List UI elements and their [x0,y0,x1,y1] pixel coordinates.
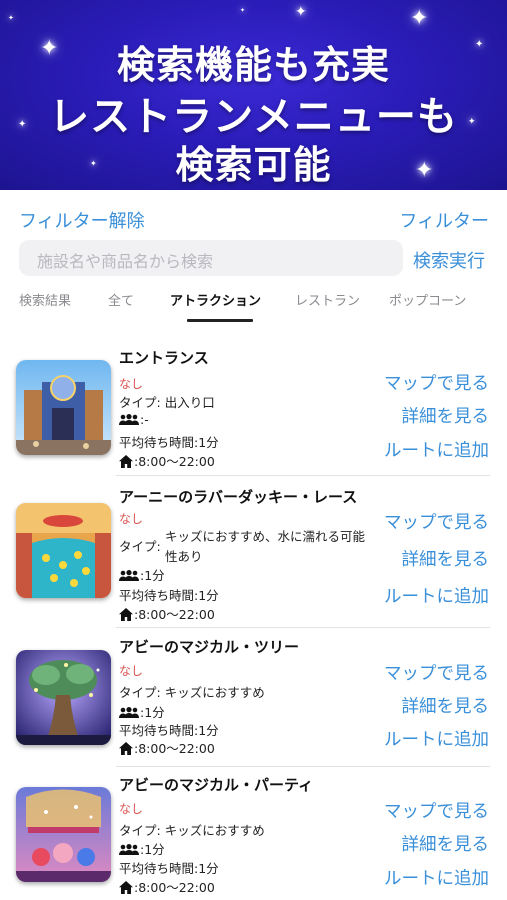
type-label: タイプ: [119,539,161,554]
view-detail-button[interactable]: 詳細を見る [402,693,490,718]
promo-banner: ✦ ✦ ✦ ✦ ✦ ✦ ✦ ✦ ✦ ✦ 検索機能も充実 レストランメニューも 検… [0,0,507,190]
tab-attractions[interactable]: アトラクション [170,290,261,309]
active-tab-indicator [187,319,253,322]
attraction-title: アーニーのラバーダッキー・レース [119,488,358,506]
people-icon [119,570,139,581]
crowd-row: :1分 [119,565,165,584]
type-label: タイプ: [119,823,161,838]
type-value: キッズにおすすめ、水に濡れる可能性あり [165,529,366,564]
add-route-button[interactable]: ルートに追加 [384,583,489,608]
divider [116,627,490,628]
add-route-button[interactable]: ルートに追加 [384,726,489,751]
wait-time: 平均待ち時間:1分 [119,588,219,603]
add-route-button[interactable]: ルートに追加 [384,865,489,890]
wait-time: 平均待ち時間:1分 [119,723,219,738]
home-icon [119,881,133,894]
type-row: タイプ: 出入り口 [119,392,215,411]
view-map-button[interactable]: マップで見る [384,798,489,823]
attraction-image[interactable] [16,650,111,745]
hours-value: :8:00～22:00 [134,454,215,469]
hours-row: :8:00～22:00 [119,877,215,896]
attraction-title: エントランス [119,349,209,367]
crowd-value: :1分 [140,842,165,857]
type-value: キッズにおすすめ [164,823,265,838]
tab-search-results[interactable]: 検索結果 [19,290,71,309]
view-detail-button[interactable]: 詳細を見る [402,546,490,571]
type-row: タイプ: キッズにおすすめ [119,682,265,701]
status-text: なし [119,512,144,526]
people-icon [119,414,139,425]
search-input[interactable]: 施設名や商品名から検索 [19,240,403,276]
view-map-button[interactable]: マップで見る [384,660,489,685]
banner-headline-3: 検索可能 [175,143,332,187]
add-route-button[interactable]: ルートに追加 [384,437,489,462]
attraction-image[interactable] [16,787,111,882]
tab-restaurants[interactable]: レストラン [295,290,360,309]
wait-time: 平均待ち時間:1分 [119,861,219,876]
crowd-value: :1分 [140,568,165,583]
type-label: タイプ: [119,395,161,410]
tab-all[interactable]: 全て [108,290,134,309]
hours-row: :8:00～22:00 [119,451,215,470]
sparkle-icon: ✦ [410,6,429,31]
home-icon [119,455,133,468]
type-row: タイプ: キッズにおすすめ [119,820,265,839]
wait-time: 平均待ち時間:1分 [119,435,219,450]
view-detail-button[interactable]: 詳細を見る [402,403,490,428]
attraction-image[interactable] [16,503,111,598]
status-text: なし [119,377,144,391]
divider [116,766,490,767]
attraction-title: アビーのマジカル・パーティ [119,776,314,794]
attraction-image[interactable] [16,360,111,455]
type-value: キッズにおすすめ [164,685,265,700]
type-label: タイプ: [119,685,161,700]
crowd-row: :1分 [119,702,165,721]
view-map-button[interactable]: マップで見る [384,370,489,395]
hours-value: :8:00～22:00 [134,607,215,622]
hours-row: :8:00～22:00 [119,604,215,623]
hours-value: :8:00～22:00 [134,741,215,756]
crowd-value: :1分 [140,705,165,720]
banner-headline-1: 検索機能も充実 [116,43,390,87]
status-text: なし [119,664,144,678]
crowd-row: :1分 [119,839,165,858]
view-map-button[interactable]: マップで見る [384,509,489,534]
sparkle-icon: ✦ [240,7,246,14]
people-icon [119,844,139,855]
filter-button[interactable]: フィルター [399,207,489,233]
tab-popcorn[interactable]: ポップコーン [389,290,466,309]
sparkle-icon: ✦ [295,4,307,20]
sparkle-icon: ✦ [8,14,14,22]
people-icon [119,707,139,718]
crowd-value: :- [140,412,149,427]
hours-value: :8:00～22:00 [134,880,215,895]
home-icon [119,742,133,755]
category-tabs: 検索結果 全て アトラクション レストラン ポップコーン [0,290,507,324]
type-value: 出入り口 [164,395,215,410]
clear-filter-button[interactable]: フィルター解除 [19,207,145,233]
view-detail-button[interactable]: 詳細を見る [402,831,490,856]
home-icon [119,608,133,621]
hours-row: :8:00～22:00 [119,738,215,757]
attraction-title: アビーのマジカル・ツリー [119,638,300,656]
status-text: なし [119,802,144,816]
search-execute-button[interactable]: 検索実行 [413,247,485,273]
divider [116,475,490,476]
crowd-row: :- [119,412,149,427]
